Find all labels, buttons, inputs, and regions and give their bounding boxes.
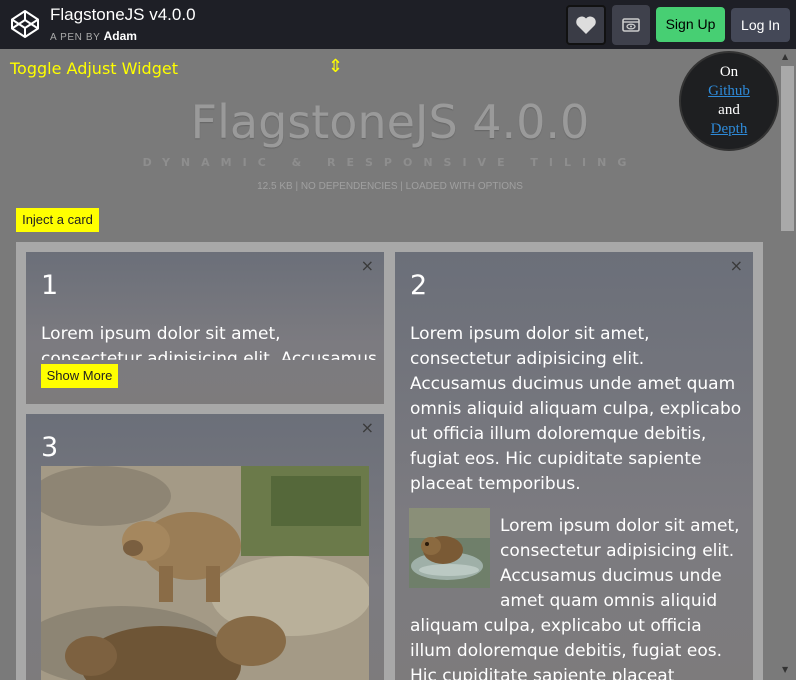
toggle-adjust-widget-link[interactable]: Toggle Adjust Widget xyxy=(10,59,178,78)
eye-icon xyxy=(622,18,640,32)
float-spacer xyxy=(410,514,500,594)
card-1: × 1 Lorem ipsum dolor sit amet, consecte… xyxy=(26,252,384,404)
card-number: 1 xyxy=(41,270,59,301)
page-title: FlagstoneJS 4.0.0 xyxy=(190,95,590,149)
inject-card-button[interactable]: Inject a card xyxy=(16,208,99,232)
scroll-up-icon[interactable]: ▲ xyxy=(782,52,788,61)
card-text: Lorem ipsum dolor sit amet, consectetur … xyxy=(41,324,377,360)
codepen-logo-icon[interactable] xyxy=(10,9,40,39)
close-icon[interactable]: × xyxy=(730,256,743,275)
bears-photo-image xyxy=(41,466,369,680)
scroll-down-icon[interactable]: ▼ xyxy=(782,665,788,674)
close-icon[interactable]: × xyxy=(361,418,374,437)
signup-button[interactable]: Sign Up xyxy=(656,7,725,42)
page-meta: 12.5 KB | NO DEPENDENCIES | LOADED WITH … xyxy=(257,181,523,192)
card-3: × 3 xyxy=(26,414,384,680)
badge-line-on: On xyxy=(719,64,739,80)
card-text: Lorem ipsum dolor sit amet, consectetur … xyxy=(410,324,742,494)
heart-icon xyxy=(576,16,596,34)
card-number: 3 xyxy=(41,432,59,463)
show-more-button[interactable]: Show More xyxy=(41,364,118,388)
pen-title[interactable]: FlagstoneJS v4.0.0 xyxy=(50,5,196,25)
pen-author: A PEN BY Adam xyxy=(50,29,137,43)
resize-arrows-icon[interactable]: ⇕ xyxy=(328,56,343,77)
heart-button[interactable] xyxy=(566,5,606,45)
page-subtitle: DYNAMIC & RESPONSIVE TILING xyxy=(142,156,638,169)
card-text-wrapped: Lorem ipsum dolor sit amet, consectetur … xyxy=(410,514,745,680)
pen-by-label: A PEN BY xyxy=(50,32,101,43)
close-icon[interactable]: × xyxy=(361,256,374,275)
login-button[interactable]: Log In xyxy=(731,8,790,42)
codepen-header: FlagstoneJS v4.0.0 A PEN BY Adam Sign Up… xyxy=(0,0,796,49)
scrollbar-thumb[interactable] xyxy=(781,66,794,231)
view-mode-button[interactable] xyxy=(612,5,650,45)
author-link[interactable]: Adam xyxy=(104,29,137,43)
card-number: 2 xyxy=(410,270,428,301)
card-2: × 2 Lorem ipsum dolor sit amet, consecte… xyxy=(395,252,753,680)
